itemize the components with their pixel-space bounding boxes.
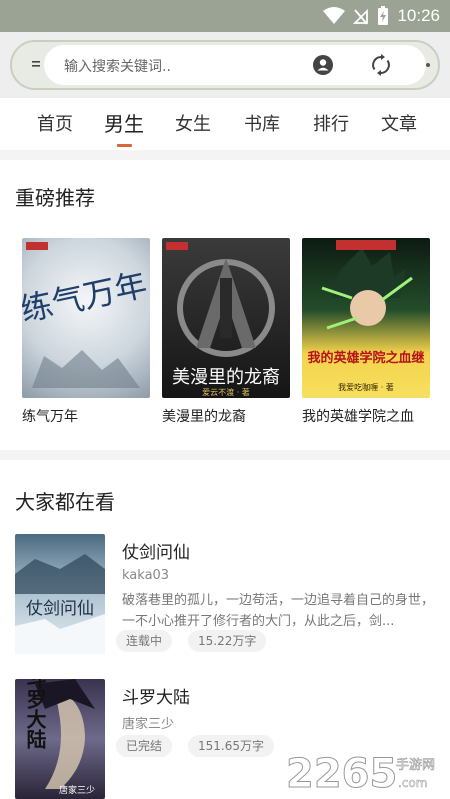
category-tabs: 首页 男生 女生 书库 排行 文章 <box>0 98 450 150</box>
list-item[interactable]: 仗剑问仙 仗剑问仙 kaka03 破落巷里的孤儿，一边苟活，一边追寻着自己的身世… <box>0 534 450 654</box>
watermark-domain: .com <box>398 776 427 790</box>
cover-title: 练气万年 <box>22 265 150 329</box>
book-title: 仗剑问仙 <box>122 543 190 563</box>
section-title: 大家都在看 <box>15 490 115 514</box>
book-title: 练气万年 <box>22 409 78 425</box>
tab-library[interactable]: 书库 <box>244 110 280 136</box>
clock: 10:26 <box>397 6 440 25</box>
book-description: 破落巷里的孤儿，一边苟活，一边追寻着自己的身世，一不小心推开了修行者的大门，从此… <box>122 593 435 629</box>
book-cover[interactable]: 我的英雄学院之血继 我爱吃咖喱 · 著 <box>302 238 430 398</box>
watermark-suffix: 手游网 <box>396 758 435 773</box>
tab-home[interactable]: 首页 <box>37 110 73 136</box>
book-card[interactable]: 练气万年 练气万年 <box>22 238 150 426</box>
tab-male[interactable]: 男生 <box>104 108 144 137</box>
wifi-icon <box>323 7 346 24</box>
book-title: 美漫里的龙裔 <box>162 409 246 425</box>
more-icon[interactable] <box>426 63 430 67</box>
search-bar[interactable]: 输入搜索关键词.. <box>10 40 440 90</box>
book-cover[interactable]: 斗罗大陆 唐家三少 <box>15 679 105 799</box>
user-icon[interactable] <box>312 54 334 76</box>
cover-author: 爱云不渡 · 著 <box>202 387 250 397</box>
status-icons: 10:26 <box>323 4 440 28</box>
cover-title: 美漫里的龙裔 <box>172 367 280 388</box>
book-card[interactable]: 美漫里的龙裔 爱云不渡 · 著 美漫里的龙裔 <box>162 238 290 426</box>
header: 输入搜索关键词.. <box>0 32 450 98</box>
book-card[interactable]: 我的英雄学院之血继 我爱吃咖喱 · 著 我的英雄学院之血 <box>302 238 430 426</box>
cover-author: 唐家三少 <box>59 784 95 796</box>
menu-icon[interactable] <box>32 58 44 72</box>
tab-female[interactable]: 女生 <box>175 110 211 136</box>
battery-charging-icon <box>378 6 389 25</box>
book-cover[interactable]: 练气万年 <box>22 238 150 398</box>
word-count-badge: 151.65万字 <box>188 735 274 757</box>
word-count-badge: 15.22万字 <box>188 630 267 652</box>
status-badge: 连载中 <box>116 630 173 652</box>
status-badge: 已完结 <box>116 735 173 757</box>
tab-articles[interactable]: 文章 <box>381 110 417 136</box>
tab-ranking[interactable]: 排行 <box>313 110 349 136</box>
watermark-number: 2265 <box>286 751 397 793</box>
cover-author: 我爱吃咖喱 · 著 <box>338 382 394 392</box>
book-cover[interactable]: 仗剑问仙 <box>15 534 105 654</box>
book-title: 我的英雄学院之血 <box>302 409 414 425</box>
cover-title: 斗罗大陆 <box>23 679 47 749</box>
status-bar: 10:26 <box>0 0 450 32</box>
site-watermark: 2265 手游网 .com <box>286 751 435 794</box>
search-field[interactable]: 输入搜索关键词.. <box>44 45 426 85</box>
featured-section: 重磅推荐 练气万年 练气万年 美漫里的龙裔 爱云不渡 · 著 美漫里的龙裔 我的… <box>0 160 450 450</box>
no-signal-icon <box>353 8 369 25</box>
sync-icon[interactable] <box>370 54 392 76</box>
cover-title: 仗剑问仙 <box>26 599 94 619</box>
book-author: kaka03 <box>122 568 170 583</box>
book-title: 斗罗大陆 <box>122 688 190 708</box>
book-cover[interactable]: 美漫里的龙裔 爱云不渡 · 著 <box>162 238 290 398</box>
section-title: 重磅推荐 <box>15 186 95 210</box>
search-input[interactable]: 输入搜索关键词.. <box>64 56 171 76</box>
cover-title: 我的英雄学院之血继 <box>307 350 424 366</box>
book-author: 唐家三少 <box>122 717 175 732</box>
active-tab-indicator <box>117 144 132 147</box>
